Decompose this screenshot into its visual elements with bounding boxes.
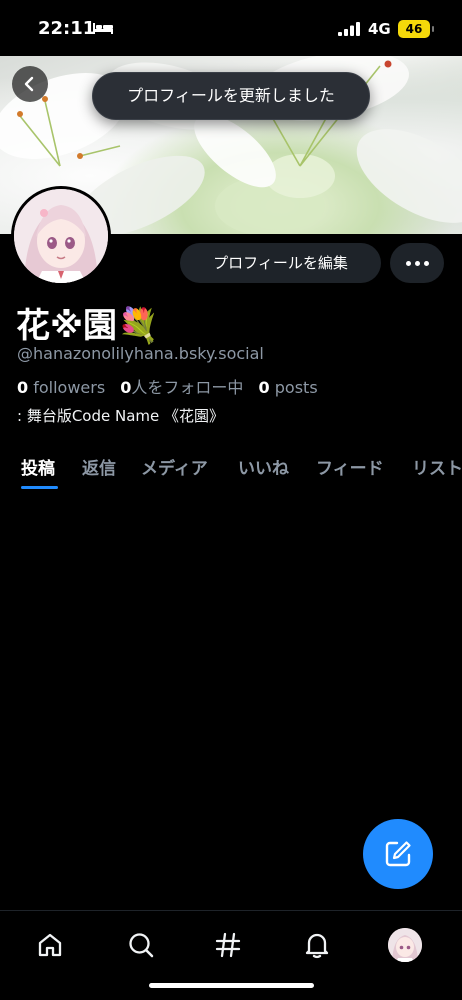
home-indicator (149, 983, 314, 988)
display-name: 花※園💐 (16, 306, 160, 346)
profile-handle[interactable]: @hanazonolilyhana.bsky.social (17, 344, 264, 363)
nav-profile[interactable] (385, 925, 425, 965)
ellipsis-icon (405, 260, 411, 266)
hashtag-icon (215, 932, 241, 958)
compose-button[interactable] (363, 819, 433, 889)
cellular-signal-icon (338, 22, 360, 36)
profile-stats: 0 followers 0人をフォロー中 0 posts (17, 374, 318, 398)
following-label: 人をフォロー中 (131, 378, 244, 397)
followers-link[interactable]: 0 followers (17, 378, 105, 397)
followers-count: 0 (17, 378, 29, 397)
active-tab-indicator (21, 486, 58, 489)
sleep-bed-icon (93, 23, 113, 34)
toast-notification: プロフィールを更新しました (92, 72, 370, 120)
battery-indicator: 46 (398, 20, 434, 38)
tab-replies[interactable]: 返信 (82, 454, 116, 479)
more-options-button[interactable] (390, 243, 444, 283)
edit-profile-button[interactable]: プロフィールを編集 (180, 243, 381, 283)
tab-media[interactable]: メディア (141, 454, 208, 479)
tab-feeds[interactable]: フィード (316, 454, 384, 479)
profile-avatar-small (388, 928, 422, 962)
profile-bio: : 舞台版Code Name 《花園》 (17, 407, 225, 425)
tab-likes[interactable]: いいね (238, 454, 289, 479)
nav-search[interactable] (121, 925, 161, 965)
status-time: 22:11 (38, 18, 96, 39)
tab-lists[interactable]: リスト (412, 454, 462, 479)
posts-label: posts (274, 378, 318, 397)
nav-notifications[interactable] (297, 925, 337, 965)
profile-avatar[interactable] (11, 186, 111, 286)
tab-posts[interactable]: 投稿 (21, 454, 55, 479)
profile-tabs: 投稿 返信 メディア いいね フィード リスト (0, 448, 462, 494)
status-bar: 22:11 4G 46 (0, 0, 462, 56)
avatar-image (14, 189, 108, 283)
following-count: 0 (120, 378, 132, 397)
nav-home[interactable] (30, 925, 70, 965)
back-button[interactable] (12, 66, 48, 102)
network-type: 4G (368, 20, 391, 38)
home-icon (38, 933, 62, 957)
compose-icon (385, 841, 411, 867)
nav-feeds[interactable] (208, 925, 248, 965)
following-link[interactable]: 0人をフォロー中 (120, 378, 243, 397)
posts-count: 0 (258, 378, 270, 397)
chevron-left-icon (24, 76, 34, 92)
bell-icon (305, 933, 329, 959)
followers-label: followers (33, 378, 106, 397)
search-icon (129, 933, 154, 958)
